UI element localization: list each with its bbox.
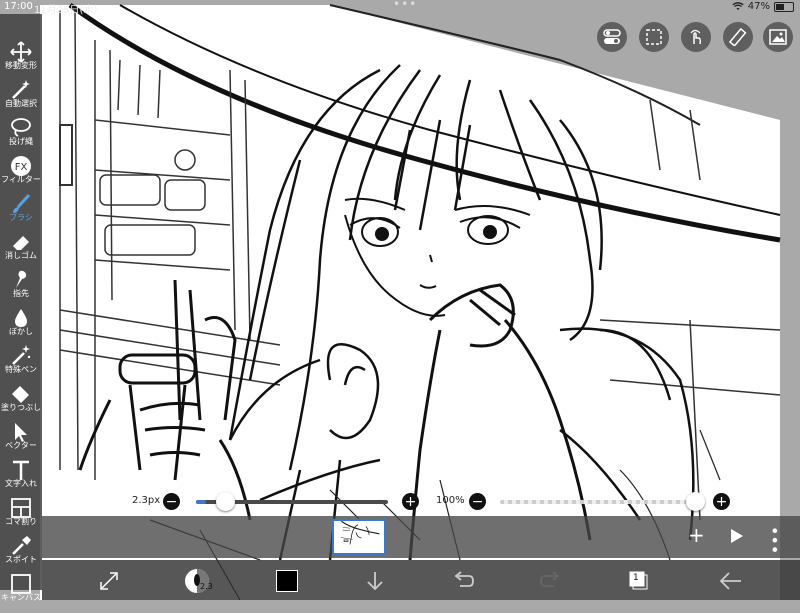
- undo-icon[interactable]: [450, 568, 476, 594]
- image-icon[interactable]: [763, 22, 793, 52]
- tool-label: 特殊ペン: [5, 365, 37, 374]
- tool-brush[interactable]: ブラシ: [0, 193, 42, 233]
- tool-vector[interactable]: ベクター: [0, 421, 42, 461]
- tool-smudge[interactable]: 指先: [0, 269, 42, 309]
- blur-drop-icon: [9, 307, 33, 329]
- toggle-icon[interactable]: [597, 22, 627, 52]
- magic-wand-icon: [9, 79, 33, 101]
- text-icon: [9, 459, 33, 481]
- tool-magic-wand[interactable]: 自動選択: [0, 79, 42, 119]
- move-arrows-icon: [9, 41, 33, 63]
- opacity-increase-button[interactable]: +: [713, 493, 730, 510]
- fx-icon: FX: [9, 155, 33, 177]
- tool-label: 塗りつぶし: [0, 403, 42, 412]
- tool-move[interactable]: 移動変形: [0, 41, 42, 81]
- color-swatch[interactable]: [274, 568, 300, 594]
- layer-count: 1: [633, 573, 639, 583]
- opacity-decrease-button[interactable]: −: [469, 493, 486, 510]
- bottom-bar: 2.3 1: [42, 560, 800, 600]
- layer-thumbnail[interactable]: [332, 519, 386, 555]
- tool-label: スポイト: [5, 555, 37, 564]
- tool-label: キャンバス: [1, 593, 41, 602]
- size-slider-thumb[interactable]: [215, 492, 235, 511]
- brush-icon: [9, 193, 33, 215]
- smudge-icon: [9, 269, 33, 291]
- tool-label: 移動変形: [5, 61, 37, 70]
- tool-fill[interactable]: 塗りつぶし: [0, 383, 42, 423]
- tool-label: ぼかし: [9, 327, 33, 336]
- brush-sliders: 2.3px − + 100% − +: [0, 490, 800, 514]
- vector-cursor-icon: [9, 421, 33, 443]
- play-icon: [731, 529, 743, 543]
- tool-label: ブラシ: [9, 213, 33, 222]
- ruler-icon[interactable]: [723, 22, 753, 52]
- tool-label: 投げ縄: [9, 137, 33, 146]
- tool-blur[interactable]: ぼかし: [0, 307, 42, 347]
- brush-size-button[interactable]: 2.3: [184, 568, 213, 594]
- more-options-button[interactable]: •••: [765, 526, 784, 554]
- eraser-icon: [9, 231, 33, 253]
- redo-icon[interactable]: [538, 568, 564, 594]
- size-decrease-button[interactable]: −: [163, 493, 180, 510]
- size-slider-fill: [196, 500, 206, 504]
- layers-button[interactable]: 1: [626, 568, 652, 594]
- sparkle-pen-icon: [9, 345, 33, 367]
- layers-icon: [629, 571, 648, 590]
- import-down-arrow-icon[interactable]: [362, 568, 388, 594]
- eyedropper-icon: [9, 535, 33, 557]
- add-frame-button[interactable]: +: [688, 525, 705, 545]
- opacity-slider-track[interactable]: [500, 500, 696, 504]
- tool-label: 消しゴム: [5, 251, 37, 260]
- brush-size-value: 2.3px: [132, 495, 161, 506]
- opacity-value: 100%: [436, 495, 465, 506]
- tool-label: ベクター: [5, 441, 37, 450]
- fill-bucket-icon: [9, 383, 33, 405]
- tool-eraser[interactable]: 消しゴム: [0, 231, 42, 271]
- tool-lasso[interactable]: 投げ縄: [0, 117, 42, 157]
- opacity-slider-thumb[interactable]: [686, 492, 705, 511]
- touch-gesture-icon[interactable]: [681, 22, 711, 52]
- back-arrow-icon[interactable]: [718, 568, 744, 594]
- layer-strip: + •••: [42, 516, 800, 558]
- size-increase-button[interactable]: +: [402, 493, 419, 510]
- svg-text:FX: FX: [15, 162, 28, 173]
- play-button[interactable]: [730, 528, 744, 548]
- brush-size-label: 2.3: [200, 582, 213, 591]
- transform-icon[interactable]: [96, 568, 122, 594]
- tool-filter[interactable]: FX フィルター: [0, 155, 42, 195]
- tool-label: 文字入れ: [5, 479, 37, 488]
- canvas-icon: [9, 573, 33, 595]
- tool-label: フィルター: [1, 175, 41, 184]
- selection-icon[interactable]: [639, 22, 669, 52]
- tool-label: コマ割り: [5, 517, 37, 526]
- lasso-icon: [9, 117, 33, 139]
- tool-label: 指先: [13, 289, 29, 298]
- tool-canvas[interactable]: キャンバス: [0, 573, 42, 613]
- tool-eyedropper[interactable]: スポイト: [0, 535, 42, 575]
- tool-special-pen[interactable]: 特殊ペン: [0, 345, 42, 385]
- tool-label: 自動選択: [5, 99, 37, 108]
